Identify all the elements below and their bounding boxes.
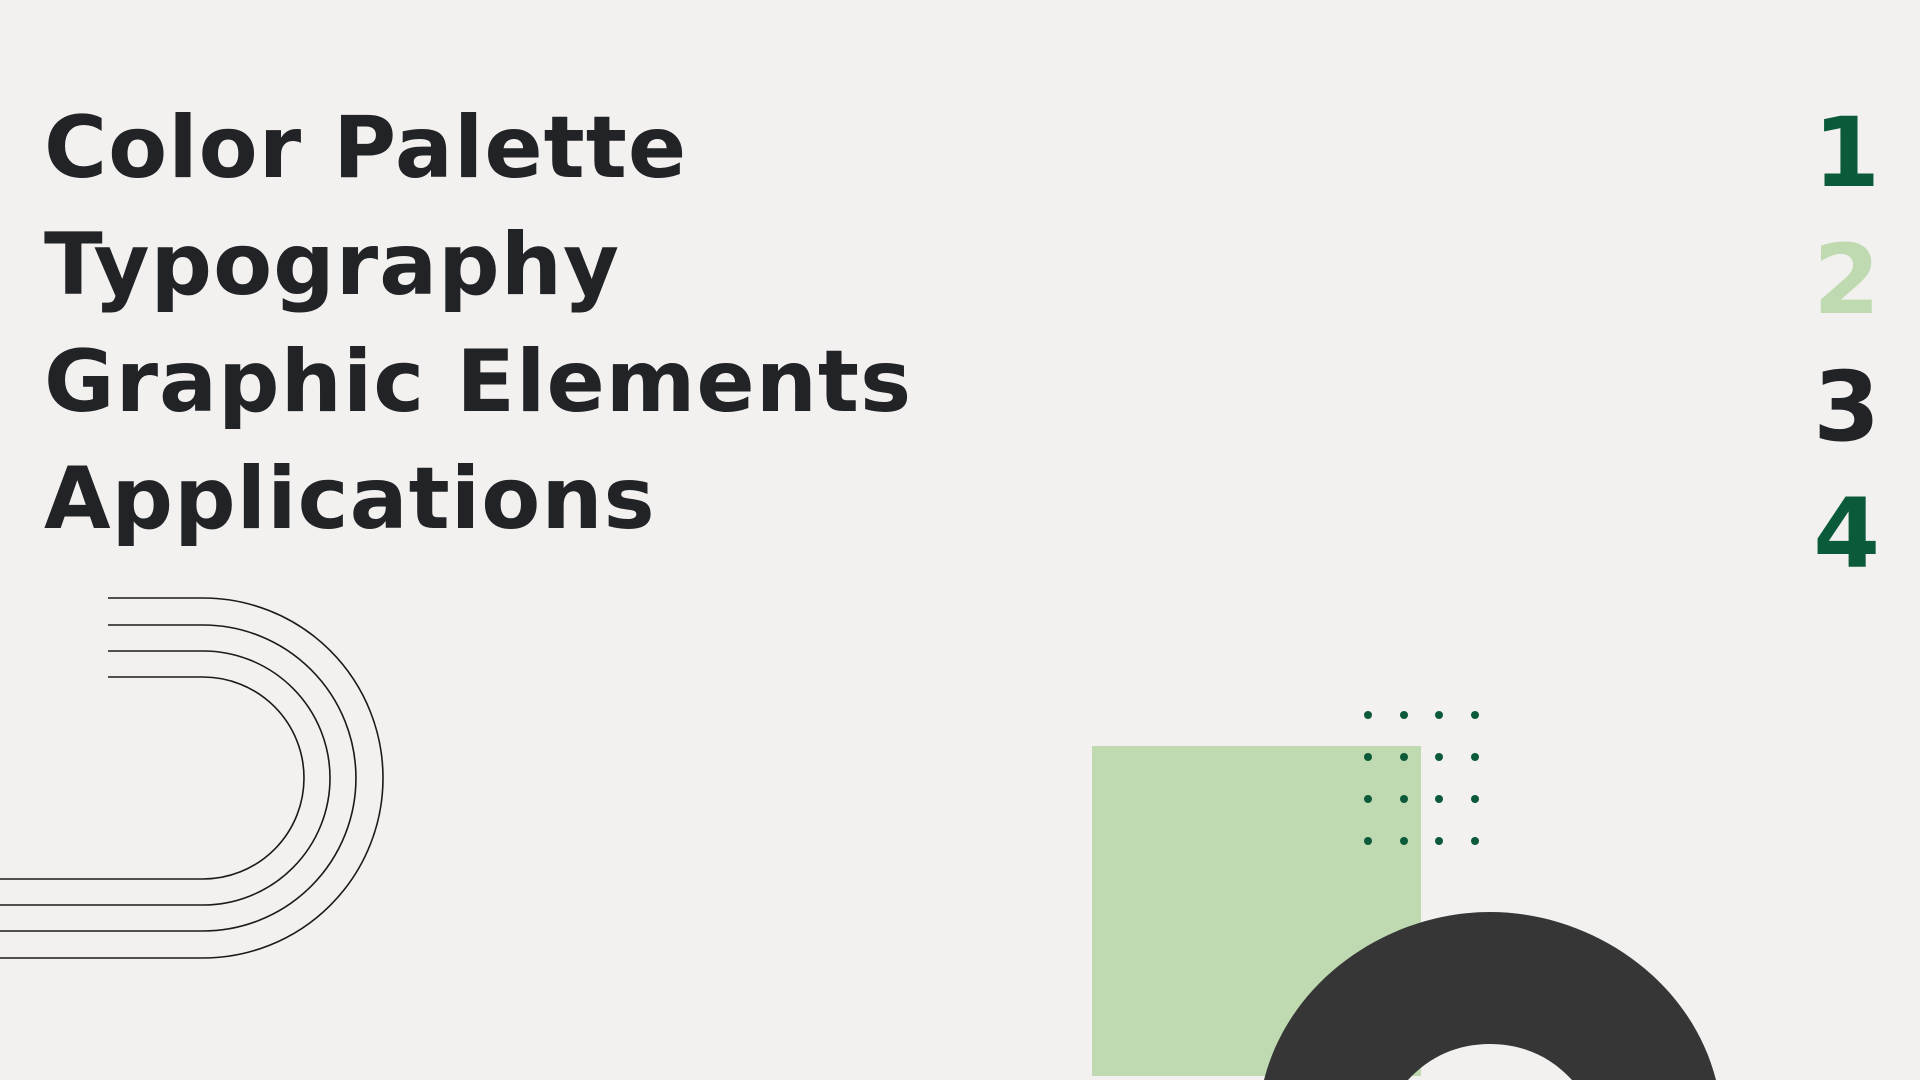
arc-line-2 xyxy=(0,624,357,932)
table-of-contents: Color Palette Typography Graphic Element… xyxy=(44,90,912,558)
dot-grid xyxy=(1364,711,1479,845)
arc-line-4 xyxy=(0,676,305,880)
toc-item-graphic-elements[interactable]: Graphic Elements xyxy=(44,324,912,441)
section-number-4: 4 xyxy=(1813,478,1880,590)
dark-half-ring-shape xyxy=(1264,912,1716,1080)
section-numbers: 1 2 3 4 xyxy=(1813,90,1880,598)
slide: Color Palette Typography Graphic Element… xyxy=(0,0,1920,1080)
concentric-arc-lines xyxy=(0,597,384,959)
section-number-3: 3 xyxy=(1813,351,1880,463)
toc-item-typography[interactable]: Typography xyxy=(44,207,912,324)
toc-item-color-palette[interactable]: Color Palette xyxy=(44,90,912,207)
section-number-2: 2 xyxy=(1813,224,1880,336)
arc-line-1 xyxy=(0,597,384,959)
arc-line-3 xyxy=(0,650,331,906)
section-number-1: 1 xyxy=(1813,97,1880,209)
toc-item-applications[interactable]: Applications xyxy=(44,441,912,558)
